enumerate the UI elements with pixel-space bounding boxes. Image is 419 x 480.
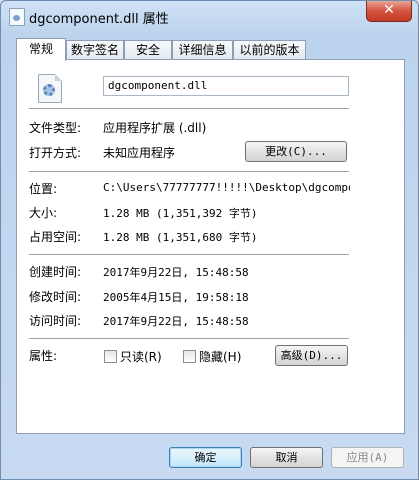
separator bbox=[29, 108, 349, 109]
title-bar[interactable]: dgcomponent.dll 属性 ✕ bbox=[1, 1, 418, 31]
location-label: 位置: bbox=[29, 182, 58, 196]
modified-value: 2005年4月15日, 19:58:18 bbox=[103, 291, 249, 304]
location-value: C:\Users\77777777!!!!!\Desktop\dgcompone… bbox=[103, 181, 350, 194]
accessed-label: 访问时间: bbox=[29, 314, 82, 328]
readonly-checkbox-label[interactable]: 只读(R) bbox=[120, 348, 162, 365]
created-label: 创建时间: bbox=[29, 265, 82, 279]
gear-icon bbox=[43, 84, 55, 96]
attributes-label: 属性: bbox=[29, 349, 58, 363]
dll-file-icon bbox=[38, 74, 62, 103]
separator bbox=[29, 338, 349, 339]
tab-general[interactable]: 常规 bbox=[16, 38, 66, 61]
tab-details[interactable]: 详细信息 bbox=[172, 40, 233, 59]
modified-label: 修改时间: bbox=[29, 290, 82, 304]
accessed-value: 2017年9月22日, 15:48:58 bbox=[103, 315, 249, 328]
size-on-disk-value: 1.28 MB (1,351,680 字节) bbox=[103, 231, 258, 244]
change-button[interactable]: 更改(C)... bbox=[245, 141, 347, 162]
readonly-checkbox[interactable] bbox=[104, 350, 117, 363]
created-value: 2017年9月22日, 15:48:58 bbox=[103, 266, 249, 279]
apply-button[interactable]: 应用(A) bbox=[331, 447, 404, 468]
hidden-checkbox-label[interactable]: 隐藏(H) bbox=[199, 348, 241, 365]
ok-button[interactable]: 确定 bbox=[169, 447, 242, 468]
open-with-value: 未知应用程序 bbox=[103, 146, 176, 160]
size-value: 1.28 MB (1,351,392 字节) bbox=[103, 207, 258, 220]
dll-file-icon bbox=[9, 8, 25, 26]
properties-window: dgcomponent.dll 属性 ✕ 常规 数字签名 安全 详细信息 以前的… bbox=[0, 0, 419, 480]
size-label: 大小: bbox=[29, 206, 58, 220]
size-on-disk-label: 占用空间: bbox=[29, 230, 82, 244]
tab-security[interactable]: 安全 bbox=[124, 40, 172, 59]
separator bbox=[29, 171, 349, 172]
separator bbox=[29, 254, 349, 255]
tab-digital-signatures[interactable]: 数字签名 bbox=[66, 40, 124, 59]
file-name-field[interactable]: dgcomponent.dll bbox=[103, 76, 349, 96]
window-title: dgcomponent.dll 属性 bbox=[29, 12, 169, 27]
close-button[interactable]: ✕ bbox=[366, 1, 412, 22]
cancel-button[interactable]: 取消 bbox=[250, 447, 323, 468]
general-panel: dgcomponent.dll 文件类型: 应用程序扩展 (.dll) 打开方式… bbox=[16, 59, 405, 434]
file-type-label: 文件类型: bbox=[29, 121, 82, 135]
tab-previous-versions[interactable]: 以前的版本 bbox=[233, 40, 306, 59]
hidden-checkbox[interactable] bbox=[183, 350, 196, 363]
file-type-value: 应用程序扩展 (.dll) bbox=[103, 121, 207, 135]
open-with-label: 打开方式: bbox=[29, 146, 82, 160]
advanced-button[interactable]: 高级(D)... bbox=[275, 345, 348, 366]
